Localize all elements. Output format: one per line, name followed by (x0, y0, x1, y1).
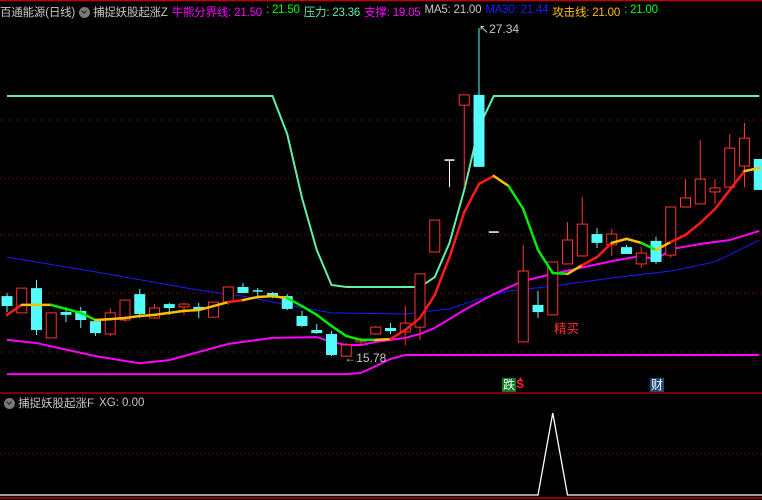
attack-line-segment (699, 207, 717, 225)
candle-body (370, 326, 382, 335)
candle-body (222, 286, 234, 303)
signal-tag-s: ▲ S (516, 376, 524, 391)
candle-body (591, 234, 603, 243)
attack-line-segment (300, 304, 318, 317)
arrow-icon: ↖ (479, 22, 490, 36)
sub-indicator-value: XG: 0.00 (99, 397, 145, 409)
attack-line-segment (374, 337, 392, 342)
signal-tag-die: 跌 (502, 378, 517, 392)
attack-line-segment (684, 221, 702, 237)
attack-line-segment (595, 241, 613, 259)
candle-body (724, 147, 736, 188)
attack-line-segment (94, 317, 112, 322)
attack-line-segment (168, 309, 186, 315)
candle-body (576, 223, 588, 257)
candle-body (104, 312, 116, 335)
candle-body (237, 286, 249, 293)
candle-body (311, 329, 323, 334)
sub-panel-header: 捕捉妖股起涨F XG: 0.00 (4, 395, 144, 411)
attack-line-segment (241, 295, 259, 302)
low-price-label: ←15.78 (344, 350, 387, 365)
sub-indicator-name[interactable]: 捕捉妖股起涨F (18, 395, 94, 411)
arrow-icon: ← (344, 350, 357, 365)
candle-body (650, 240, 662, 262)
candle-body (149, 307, 160, 319)
candle-body (473, 94, 485, 167)
candle-body (326, 333, 337, 356)
attack-line-segment (463, 182, 481, 214)
candlestick-chart[interactable] (0, 0, 762, 500)
attack-line-segment (138, 313, 156, 318)
attack-line-segment (522, 207, 540, 252)
candle-body (665, 206, 677, 256)
candle-body (709, 187, 721, 193)
candle-body (60, 312, 72, 315)
buy-signal-label: 精买 (554, 322, 580, 336)
candle-body (621, 247, 632, 254)
candle-body (1, 296, 13, 307)
candle-body (163, 304, 175, 309)
candle-body (458, 94, 470, 106)
candle-body (739, 137, 750, 167)
attack-line-segment (315, 313, 333, 328)
candle-body (753, 158, 762, 190)
candle-body (385, 327, 396, 332)
attack-line-segment (477, 174, 495, 186)
candle-body (517, 270, 529, 343)
signal-tag-cai: 财 (650, 378, 665, 392)
candle-body (429, 219, 441, 253)
attack-line-segment (625, 237, 643, 245)
candle-body (635, 252, 647, 265)
attack-line-segment (492, 174, 510, 188)
candle-body (532, 304, 544, 313)
attack-line-segment (433, 255, 451, 297)
indicator-line-2 (6, 229, 760, 365)
attack-line-segment (551, 271, 569, 276)
candle-body (562, 239, 573, 265)
attack-line-segment (256, 294, 274, 299)
candle-body (694, 178, 706, 205)
candle-body (680, 197, 691, 208)
attack-line-segment (50, 303, 68, 311)
attack-line-segment (345, 334, 363, 342)
high-price-label: ↖27.34 (479, 22, 520, 36)
candle-body (31, 288, 42, 330)
candle-body (90, 321, 101, 334)
candle-body (296, 316, 308, 326)
candle-body (178, 303, 190, 308)
indicator-menu-icon[interactable] (4, 397, 15, 409)
attack-line-segment (713, 188, 731, 211)
attack-line-segment (182, 308, 200, 313)
candle-body (16, 287, 28, 314)
attack-line-segment (109, 316, 127, 321)
attack-line-segment (507, 184, 525, 211)
up-arrow-icon: ▲ (517, 376, 524, 383)
candle-body (45, 312, 57, 339)
candle-body (134, 294, 146, 315)
